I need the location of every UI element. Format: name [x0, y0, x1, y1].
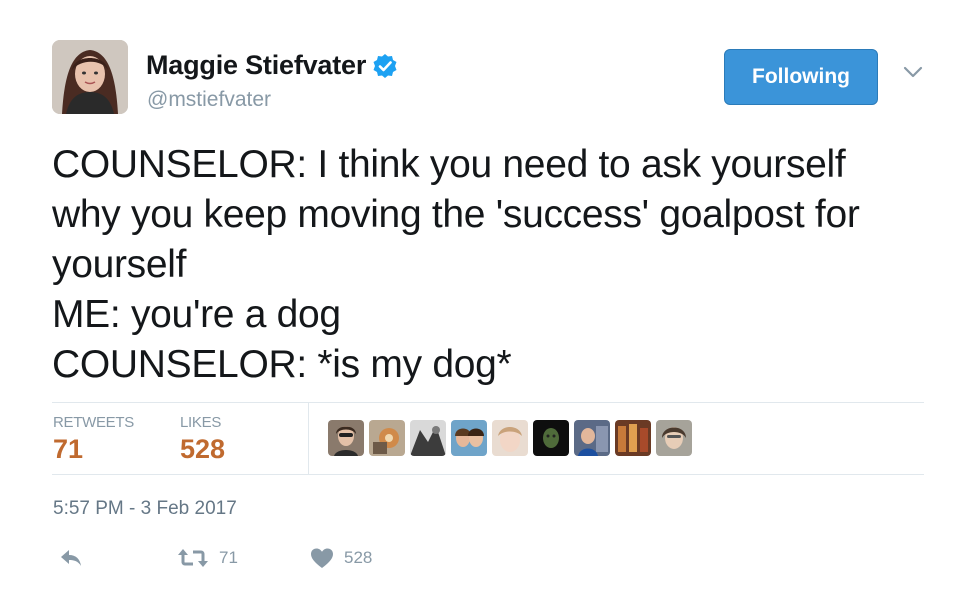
retweets-label: RETWEETS — [53, 414, 134, 431]
like-button[interactable]: 528 — [310, 547, 372, 569]
likes-label: LIKES — [180, 414, 222, 431]
author-avatar[interactable] — [52, 40, 128, 114]
likes-stat[interactable]: LIKES 528 — [180, 414, 225, 465]
author-handle[interactable]: @mstiefvater — [147, 88, 271, 112]
author-avatar-image — [52, 40, 128, 114]
tweet-timestamp[interactable]: 5:57 PM - 3 Feb 2017 — [53, 498, 237, 520]
liker-avatar-4[interactable] — [451, 420, 487, 456]
like-action-count: 528 — [344, 548, 373, 567]
reply-icon — [58, 547, 84, 569]
liker-avatar-8[interactable] — [615, 420, 651, 456]
liker-avatar-6[interactable] — [533, 420, 569, 456]
author-display-name[interactable]: Maggie Stiefvater — [146, 50, 366, 81]
stats-divider-top — [52, 402, 924, 403]
retweet-action-count: 71 — [219, 548, 238, 567]
author-name-row: Maggie Stiefvater — [146, 50, 398, 81]
liker-avatar-1[interactable] — [328, 420, 364, 456]
likes-count: 528 — [180, 434, 226, 464]
chevron-down-icon[interactable] — [902, 64, 924, 80]
retweet-icon — [177, 547, 209, 569]
liker-avatar-7[interactable] — [574, 420, 610, 456]
liker-avatar-5[interactable] — [492, 420, 528, 456]
stats-divider-vertical — [308, 403, 309, 474]
liker-avatar-9[interactable] — [656, 420, 692, 456]
tweet-card: Maggie Stiefvater @mstiefvater Following… — [0, 0, 980, 590]
verified-badge-icon — [372, 53, 398, 79]
following-button[interactable]: Following — [724, 49, 878, 105]
tweet-text: COUNSELOR: I think you need to ask yours… — [52, 143, 860, 386]
retweet-button[interactable]: 71 — [177, 547, 238, 569]
liker-avatar-3[interactable] — [410, 420, 446, 456]
stats-divider-bottom — [52, 474, 924, 475]
reply-button[interactable] — [58, 547, 84, 569]
heart-icon — [310, 547, 334, 569]
retweets-stat[interactable]: RETWEETS 71 — [53, 414, 134, 465]
retweets-count: 71 — [53, 434, 84, 464]
liker-avatar-2[interactable] — [369, 420, 405, 456]
liker-avatars — [328, 420, 692, 456]
